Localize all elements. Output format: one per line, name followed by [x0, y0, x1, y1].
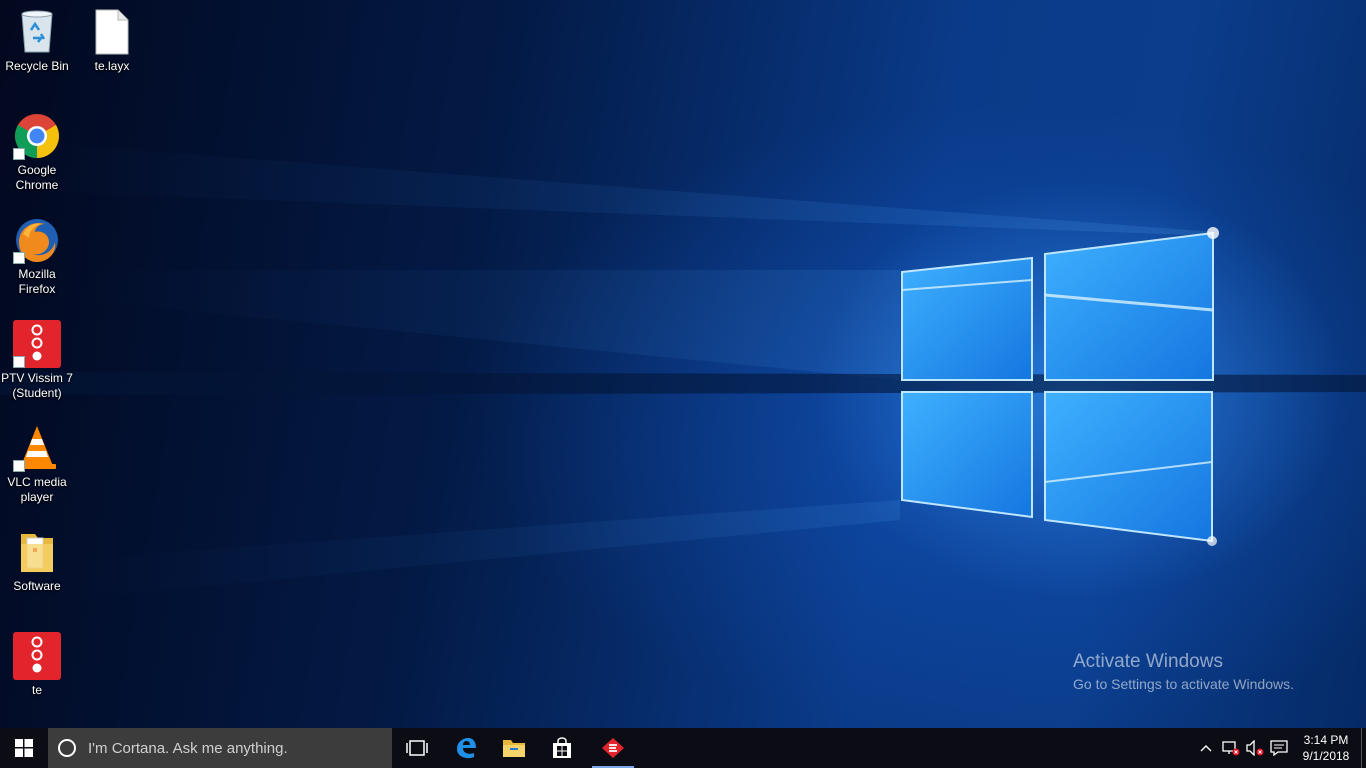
desktop-icon-vlc[interactable]: VLC media player	[0, 424, 74, 505]
task-view-button[interactable]	[395, 728, 439, 768]
desktop-icon-label: Software	[13, 579, 61, 593]
vissim-icon	[13, 632, 61, 680]
store-button[interactable]	[540, 728, 584, 768]
folder-icon	[13, 528, 61, 576]
desktop-icon-ptv-vissim[interactable]: PTV Vissim 7 (Student)	[0, 320, 74, 401]
shortcut-arrow-icon	[13, 148, 25, 160]
desktop-icon-label: PTV Vissim 7 (Student)	[1, 371, 73, 400]
show-hidden-icons-button[interactable]	[1194, 728, 1218, 768]
desktop-icon-software-folder[interactable]: Software	[0, 528, 74, 594]
edge-button[interactable]	[444, 728, 488, 768]
desktop-icon-label: te.layx	[94, 59, 130, 73]
vlc-cone-icon	[13, 424, 61, 472]
volume-muted-icon	[1246, 740, 1264, 756]
cortana-icon	[58, 739, 76, 757]
desktop[interactable]: Recycle Bin te.layx Google Chrome Mozill…	[0, 0, 1366, 728]
clock-date: 9/1/2018	[1302, 749, 1350, 763]
vissim-taskbar-button[interactable]	[592, 728, 634, 768]
activate-windows-subtitle: Go to Settings to activate Windows.	[1073, 676, 1294, 692]
cortana-search-placeholder: I'm Cortana. Ask me anything.	[88, 739, 288, 757]
shortcut-arrow-icon	[13, 356, 25, 368]
file-explorer-icon	[503, 740, 525, 757]
desktop-icon-mozilla-firefox[interactable]: Mozilla Firefox	[0, 216, 74, 297]
clock-time: 3:14 PM	[1303, 733, 1349, 747]
task-view-icon	[406, 740, 428, 756]
desktop-icon-label: Google Chrome	[15, 163, 59, 192]
volume-button[interactable]	[1243, 728, 1267, 768]
activate-windows-title: Activate Windows	[1073, 651, 1223, 672]
network-disconnected-icon	[1222, 741, 1240, 756]
store-icon	[553, 737, 571, 758]
desktop-icon-recycle-bin[interactable]: Recycle Bin	[0, 8, 74, 74]
shortcut-arrow-icon	[13, 460, 25, 472]
recycle-bin-icon	[13, 8, 61, 56]
desktop-icon-label: Mozilla Firefox	[18, 267, 56, 296]
shortcut-arrow-icon	[13, 252, 25, 264]
chevron-up-icon	[1200, 745, 1212, 752]
cortana-search-box[interactable]: I'm Cortana. Ask me anything.	[48, 728, 392, 768]
vissim-icon	[13, 320, 61, 368]
activate-windows-watermark: Activate Windows Go to Settings to activ…	[1073, 650, 1294, 694]
desktop-icon-label: Recycle Bin	[5, 59, 69, 73]
show-desktop-button[interactable]	[1361, 728, 1366, 768]
desktop-icon-label: te	[31, 683, 42, 697]
edge-icon	[457, 738, 476, 759]
network-button[interactable]	[1219, 728, 1243, 768]
start-button[interactable]	[0, 728, 48, 768]
vissim-icon	[602, 738, 624, 758]
desktop-icon-label: VLC media player	[7, 475, 67, 504]
chrome-icon	[13, 112, 61, 160]
taskbar-clock[interactable]: 3:14 PM 9/1/2018	[1296, 732, 1356, 764]
wallpaper-windows-logo	[0, 140, 1366, 600]
file-icon	[88, 8, 136, 56]
desktop-icon-google-chrome[interactable]: Google Chrome	[0, 112, 74, 193]
firefox-icon	[13, 216, 61, 264]
action-center-button[interactable]	[1267, 728, 1291, 768]
desktop-icon-te-layx[interactable]: te.layx	[75, 8, 149, 74]
taskbar: I'm Cortana. Ask me anything. 3:14 PM 9/…	[0, 728, 1366, 768]
desktop-icon-te[interactable]: te	[0, 632, 74, 698]
start-icon	[15, 739, 33, 757]
file-explorer-button[interactable]	[492, 728, 536, 768]
action-center-icon	[1270, 740, 1288, 756]
